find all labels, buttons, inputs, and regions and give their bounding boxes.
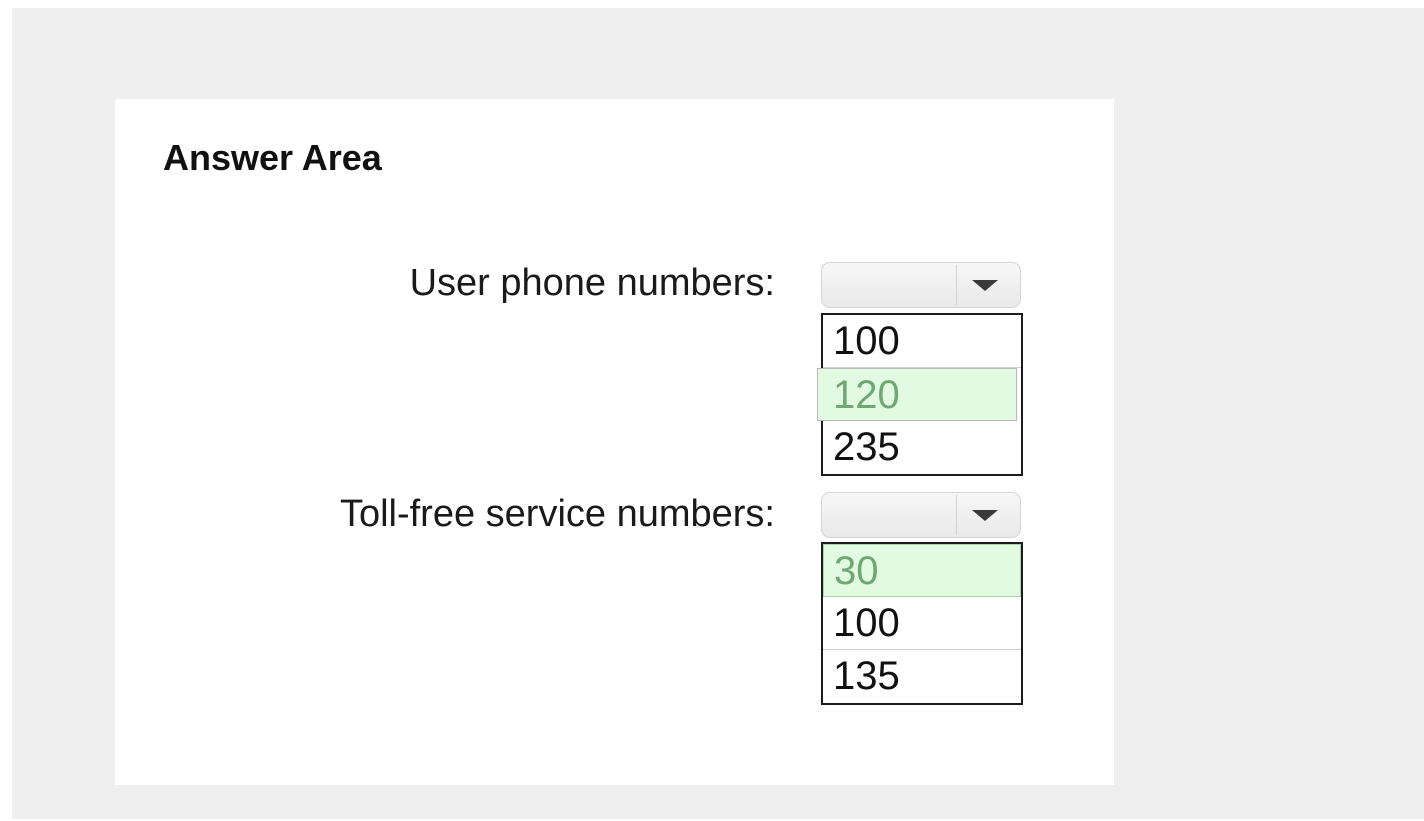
option-100[interactable]: 100 xyxy=(823,315,1021,368)
toll-free-service-numbers-dropdown[interactable] xyxy=(821,492,1021,538)
toll-free-service-numbers-label: Toll-free service numbers: xyxy=(339,493,775,535)
option-120-selected[interactable]: 120 xyxy=(817,368,1017,421)
dropdown-divider xyxy=(956,265,957,305)
option-135[interactable]: 135 xyxy=(823,650,1021,703)
chevron-down-icon[interactable] xyxy=(972,280,998,291)
user-phone-numbers-dropdown[interactable] xyxy=(821,262,1021,308)
answer-area-panel: Answer Area User phone numbers: 100 120 … xyxy=(115,99,1114,785)
option-100[interactable]: 100 xyxy=(823,597,1021,650)
dropdown-divider xyxy=(956,495,957,535)
user-phone-numbers-label: User phone numbers: xyxy=(409,262,775,304)
option-235[interactable]: 235 xyxy=(823,421,1021,474)
toll-free-service-numbers-options: 30 100 135 xyxy=(821,542,1023,705)
answer-area-title: Answer Area xyxy=(163,137,382,178)
user-phone-numbers-options: 100 120 235 xyxy=(817,313,1023,476)
option-30-selected[interactable]: 30 xyxy=(823,544,1021,597)
chevron-down-icon[interactable] xyxy=(972,510,998,521)
